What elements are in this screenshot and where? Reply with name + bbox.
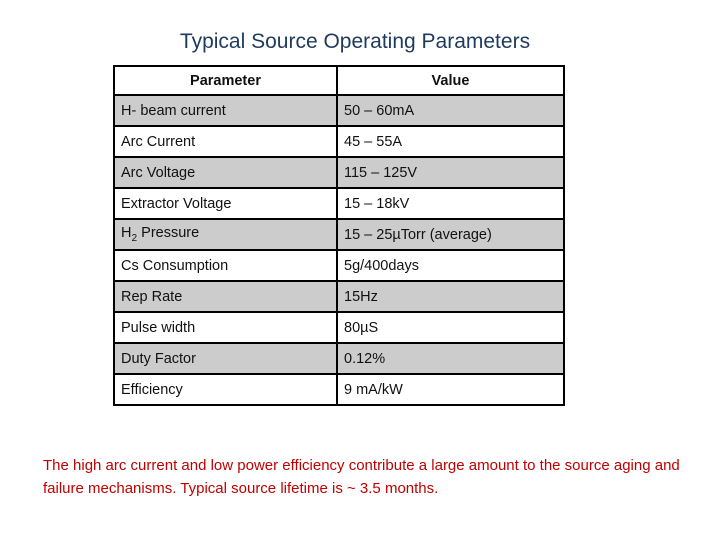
header-value: Value <box>336 65 565 96</box>
table-row: Cs Consumption 5g/400days <box>113 249 565 282</box>
parameters-table: Parameter Value H- beam current 50 – 60m… <box>113 65 565 406</box>
parameter-cell: Efficiency <box>113 373 338 406</box>
value-cell: 15 – 18kV <box>336 187 565 220</box>
value-cell: 9 mA/kW <box>336 373 565 406</box>
value-cell: 15Hz <box>336 280 565 313</box>
table-row: Duty Factor 0.12% <box>113 342 565 375</box>
parameter-cell: Pulse width <box>113 311 338 344</box>
parameter-cell: Arc Current <box>113 125 338 158</box>
value-cell: 45 – 55A <box>336 125 565 158</box>
value-cell: 0.12% <box>336 342 565 375</box>
footnote: The high arc current and low power effic… <box>43 457 680 497</box>
value-cell: 50 – 60mA <box>336 94 565 127</box>
parameter-cell: H- beam current <box>113 94 338 127</box>
table-row: H2 Pressure 15 – 25µTorr (average) <box>113 218 565 251</box>
table-row: H- beam current 50 – 60mA <box>113 94 565 127</box>
table-row: Extractor Voltage 15 – 18kV <box>113 187 565 220</box>
parameter-cell: Extractor Voltage <box>113 187 338 220</box>
value-cell: 80µS <box>336 311 565 344</box>
parameter-prefix: H <box>121 225 132 242</box>
table-row: Rep Rate 15Hz <box>113 280 565 313</box>
parameter-cell: Arc Voltage <box>113 156 338 189</box>
table-row: Arc Current 45 – 55A <box>113 125 565 158</box>
table-row: Arc Voltage 115 – 125V <box>113 156 565 189</box>
page-title: Typical Source Operating Parameters <box>179 30 531 53</box>
header-parameter: Parameter <box>113 65 338 96</box>
value-cell: 15 – 25µTorr (average) <box>336 218 565 251</box>
table-header-row: Parameter Value <box>113 65 565 96</box>
value-cell: 115 – 125V <box>336 156 565 189</box>
parameter-suffix: Pressure <box>137 225 200 242</box>
table-row: Pulse width 80µS <box>113 311 565 344</box>
parameter-cell: Duty Factor <box>113 342 338 375</box>
parameter-cell: Cs Consumption <box>113 249 338 282</box>
table-row: Efficiency 9 mA/kW <box>113 373 565 406</box>
parameter-cell: Rep Rate <box>113 280 338 313</box>
value-cell: 5g/400days <box>336 249 565 282</box>
parameter-cell: H2 Pressure <box>113 218 338 251</box>
